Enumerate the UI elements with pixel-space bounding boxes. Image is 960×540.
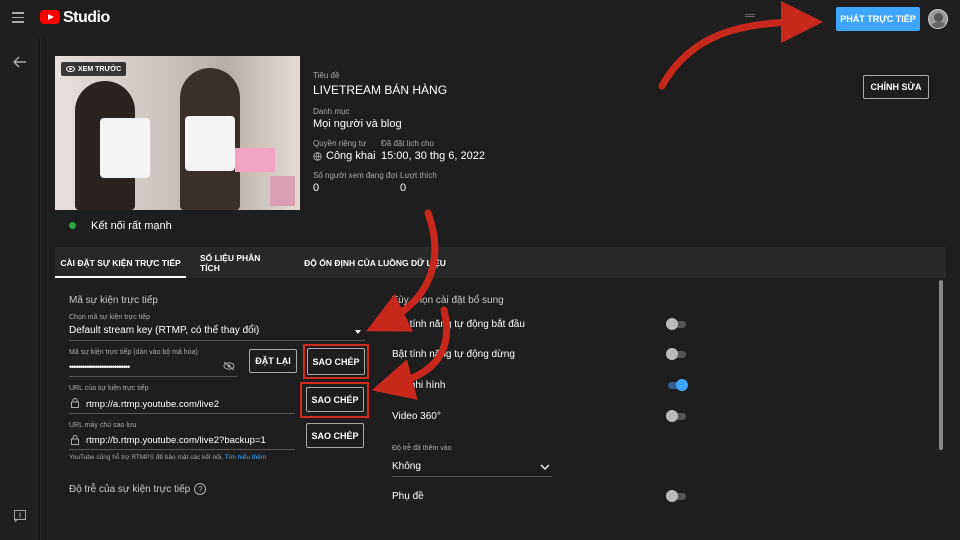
preview-badge: XEM TRƯỚC	[61, 62, 127, 76]
visibility-off-icon[interactable]	[223, 361, 235, 371]
auto-start-toggle[interactable]	[666, 318, 688, 330]
lock-icon	[71, 398, 79, 408]
divider	[69, 340, 365, 341]
scheduled-label: Đã đặt lịch cho	[381, 139, 434, 148]
rtmps-note-text: YouTube cũng hỗ trợ RTMPS để bảo mật các…	[69, 454, 223, 461]
stream-key-select-label: Chọn mã sự kiện trực tiếp	[69, 314, 150, 321]
scheduled-value: 15:00, 30 thg 6, 2022	[381, 150, 485, 162]
stream-url-label: URL của sự kiện trực tiếp	[69, 385, 149, 392]
stream-url-value[interactable]: rtmp://a.rtmp.youtube.com/live2	[86, 399, 219, 410]
divider	[69, 413, 295, 414]
back-arrow-icon[interactable]	[13, 56, 27, 68]
delay-label: Độ trễ đã thêm vào	[392, 445, 452, 452]
chevron-down-icon[interactable]	[540, 464, 550, 470]
backup-url-label: URL máy chủ sao lưu	[69, 422, 137, 429]
delay-select-value[interactable]: Không	[392, 461, 421, 472]
captions-label: Phụ đề	[392, 491, 424, 502]
divider	[69, 376, 237, 377]
top-bar: Studio PHÁT TRỰC TIẾP	[0, 0, 960, 38]
tab-stream-health[interactable]: ĐỘ ỔN ĐỊNH CỦA LUỒNG DỮ LIỆU	[300, 247, 450, 278]
copy-stream-key-button[interactable]: SAO CHÉP	[307, 348, 365, 375]
video-preview[interactable]: XEM TRƯỚC	[55, 56, 300, 210]
latency-title: Độ trễ của sự kiện trực tiếp	[69, 483, 191, 495]
category-label: Danh mục	[313, 107, 350, 116]
help-icon[interactable]: ?	[194, 483, 207, 495]
dvr-label: Bật ghi hình	[392, 380, 446, 391]
learn-more-link[interactable]: Tìm hiểu thêm	[225, 454, 267, 461]
auto-stop-label: Bật tính năng tự động dừng	[392, 349, 515, 360]
rtmps-note: YouTube cũng hỗ trợ RTMPS để bảo mật các…	[69, 454, 266, 461]
stream-key-label: Mã sự kiện trực tiếp (dán vào bộ mã hóa)	[69, 349, 198, 356]
category-value: Mọi người và blog	[313, 118, 402, 130]
divider	[392, 476, 552, 477]
title-value: LIVETREAM BÁN HÀNG	[313, 83, 448, 97]
active-tab-indicator	[55, 276, 186, 278]
tab-live-settings[interactable]: CÀI ĐẶT SỰ KIỆN TRỰC TIẾP	[55, 247, 186, 278]
main-content: XEM TRƯỚC Tiêu đề LIVETREAM BÁN HÀNG Dan…	[41, 38, 960, 540]
divider	[69, 449, 295, 450]
left-nav	[0, 38, 40, 540]
scrollbar-thumb[interactable]	[939, 280, 943, 450]
auto-stop-toggle[interactable]	[666, 348, 688, 360]
avatar[interactable]	[928, 9, 948, 29]
video-360-toggle[interactable]	[666, 410, 688, 422]
privacy-value: Công khai	[326, 150, 376, 162]
menu-icon[interactable]	[12, 12, 24, 23]
title-label: Tiêu đề	[313, 71, 340, 80]
stream-key-field[interactable]: ••••••••••••••••••••••••••••	[69, 362, 130, 372]
tab-bar: CÀI ĐẶT SỰ KIỆN TRỰC TIẾP SỐ LIỆU PHÂN T…	[55, 247, 946, 278]
connection-status-dot	[69, 222, 76, 229]
waiting-viewers-label: Số người xem đang đợi	[313, 171, 398, 180]
stream-key-section-title: Mã sự kiện trực tiếp	[69, 295, 158, 306]
feedback-icon[interactable]	[14, 510, 26, 523]
waiting-viewers-value: 0	[313, 182, 320, 194]
globe-icon	[313, 151, 322, 161]
tab-analytics[interactable]: SỐ LIỆU PHÂN TÍCH	[200, 247, 280, 278]
additional-settings-title: Tùy chọn cài đặt bổ sung	[392, 295, 504, 306]
edit-button[interactable]: CHỈNH SỬA	[863, 75, 929, 99]
go-live-button[interactable]: PHÁT TRỰC TIẾP	[836, 7, 920, 31]
stream-key-select-value[interactable]: Default stream key (RTMP, có thể thay đổ…	[69, 325, 259, 336]
backup-url-value[interactable]: rtmp://b.rtmp.youtube.com/live2?backup=1	[86, 435, 266, 446]
youtube-logo-icon[interactable]	[40, 10, 60, 24]
connection-status-text: Kết nối rất mạnh	[91, 220, 172, 232]
latency-section: Độ trễ của sự kiện trực tiếp ?	[69, 483, 207, 495]
copy-stream-url-button[interactable]: SAO CHÉP	[306, 387, 364, 412]
auto-start-label: Bật tính năng tự động bắt đầu	[392, 319, 525, 330]
reset-button[interactable]: ĐẶT LẠI	[249, 349, 297, 373]
dvr-toggle[interactable]	[666, 379, 688, 391]
copy-backup-url-button[interactable]: SAO CHÉP	[306, 423, 364, 448]
privacy-status: Công khai	[313, 150, 376, 162]
lock-icon	[71, 435, 79, 445]
likes-value: 0	[400, 182, 407, 194]
video-360-label: Video 360°	[392, 411, 441, 422]
studio-logo-text[interactable]: Studio	[63, 9, 110, 27]
preview-badge-label: XEM TRƯỚC	[78, 65, 122, 73]
eye-icon	[66, 66, 75, 72]
likes-label: Lượt thích	[400, 171, 437, 180]
small-indicator-icon	[745, 14, 755, 17]
dropdown-arrow-icon[interactable]	[355, 330, 361, 334]
captions-toggle[interactable]	[666, 490, 688, 502]
privacy-label: Quyền riêng tư	[313, 139, 367, 148]
